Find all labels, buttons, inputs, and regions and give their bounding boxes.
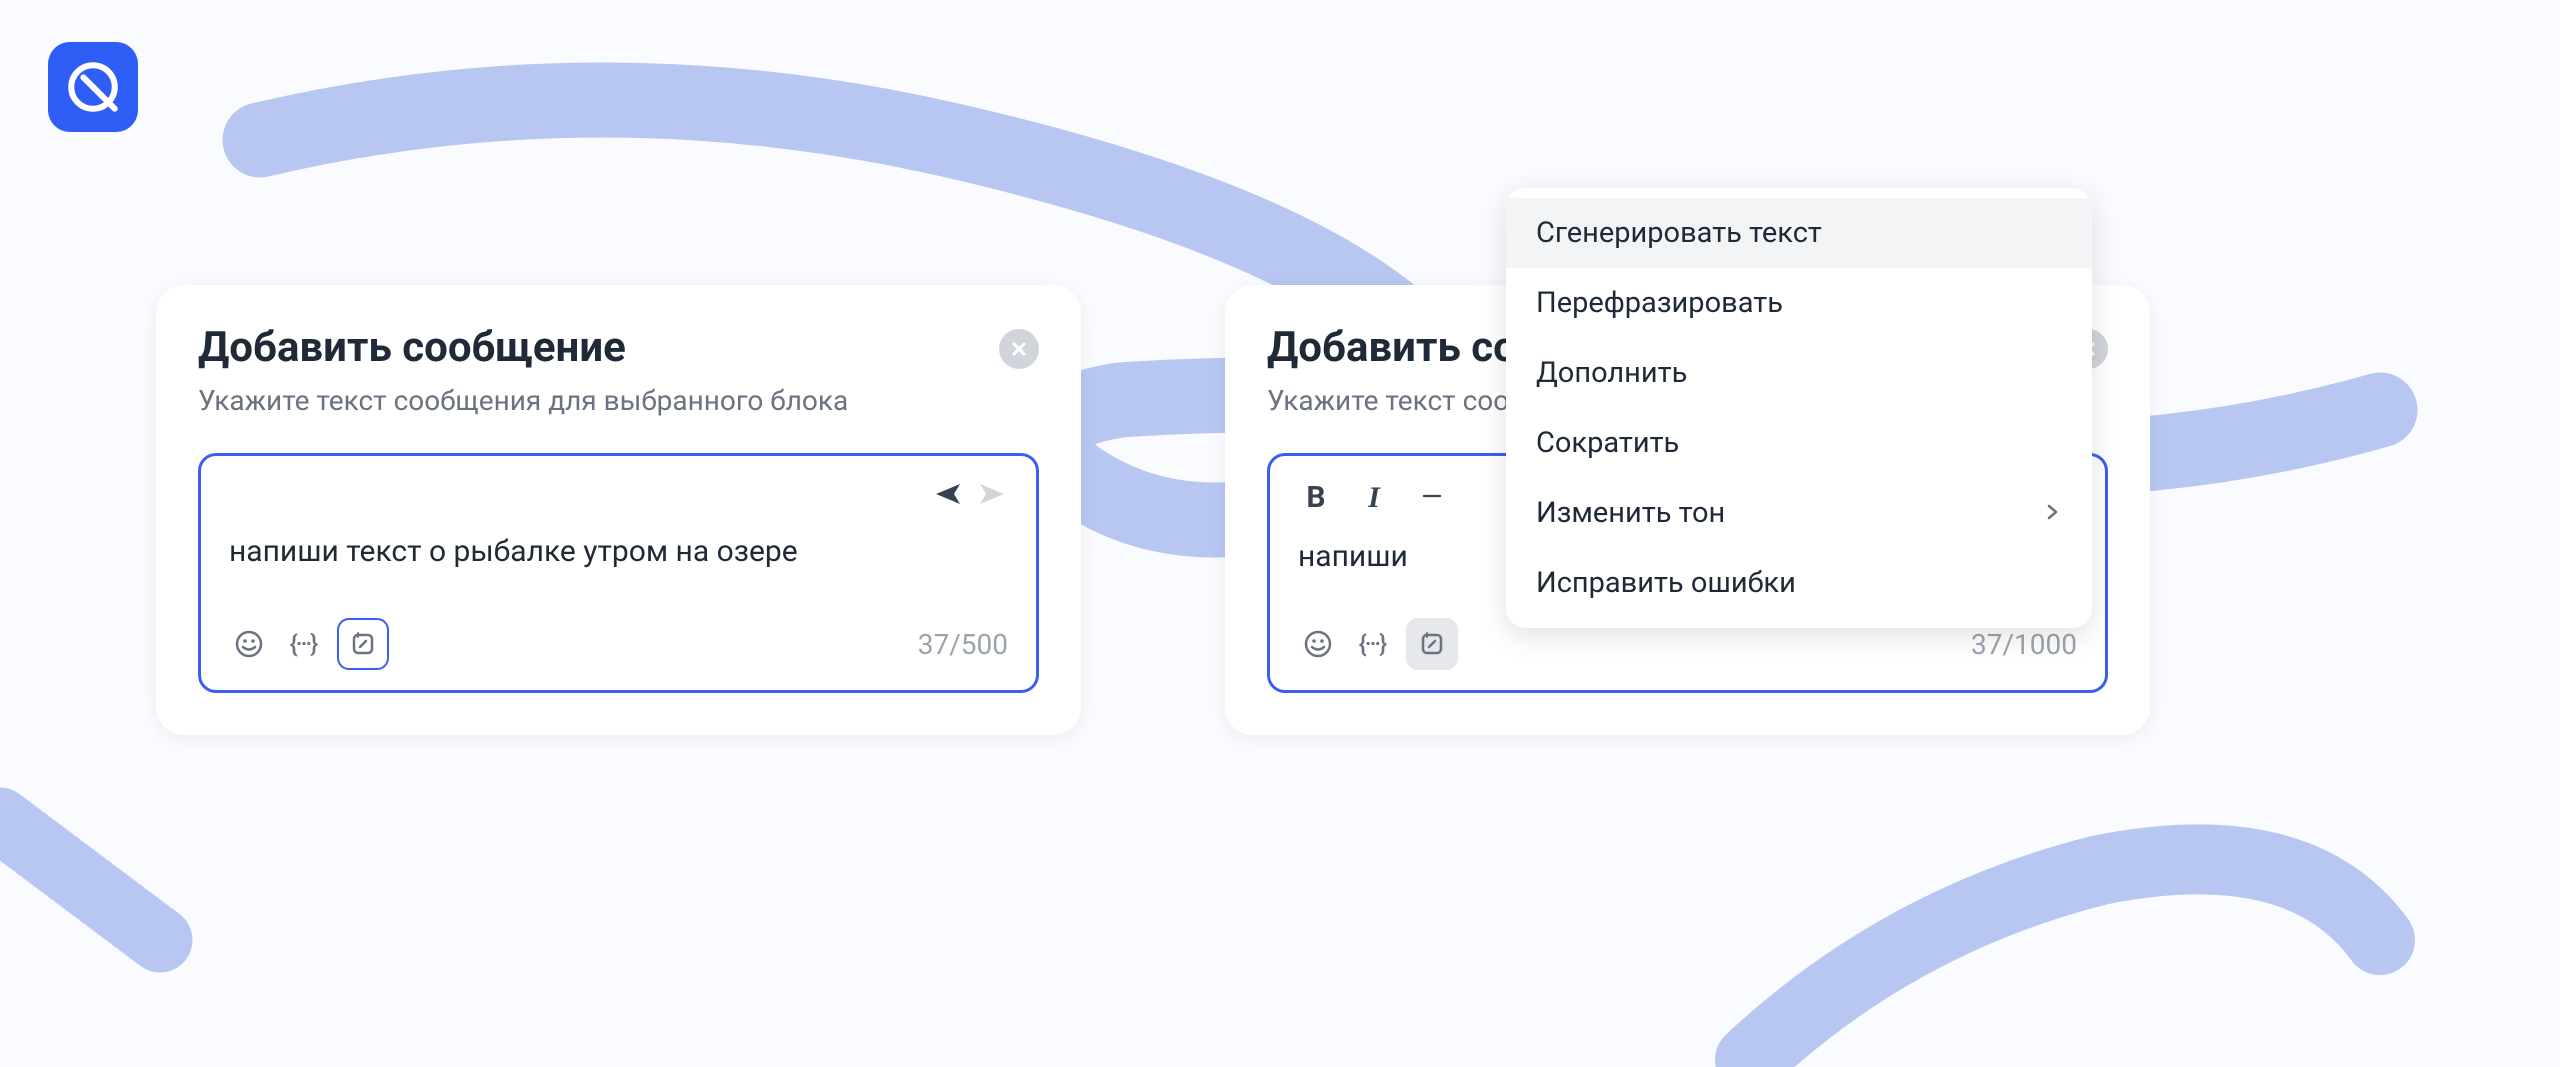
ai-magic-icon [1417,629,1447,659]
undo-icon [932,480,962,506]
close-button[interactable] [999,329,1039,369]
bold-button[interactable]: B [1298,480,1334,515]
emoji-button[interactable] [229,624,269,664]
card-title: Добавить сообщение [198,323,848,372]
dropdown-item-extend[interactable]: Дополнить [1506,338,2092,408]
ai-assist-button[interactable] [337,618,389,670]
italic-button[interactable]: I [1356,481,1392,515]
add-message-card-left: Добавить сообщение Укажите текст сообщен… [156,285,1081,735]
variable-icon: {···} [1359,630,1385,658]
dropdown-item-fix-errors[interactable]: Исправить ошибки [1506,548,2092,618]
ai-assist-button[interactable] [1406,618,1458,670]
character-count: 37/1000 [1971,628,2077,661]
emoji-icon [1303,629,1333,659]
strikethrough-icon [1421,485,1443,507]
dropdown-item-rephrase[interactable]: Перефразировать [1506,268,2092,338]
dropdown-item-change-tone[interactable]: Изменить тон [1506,478,2092,548]
chevron-right-icon [2042,496,2062,530]
emoji-button[interactable] [1298,624,1338,664]
variable-button[interactable]: {···} [1352,624,1392,664]
emoji-icon [234,629,264,659]
variable-icon: {···} [290,630,316,658]
dropdown-item-generate[interactable]: Сгенерировать текст [1506,198,2092,268]
message-editor[interactable]: напиши текст о рыбалке утром на озере {·… [198,453,1039,693]
format-more-button[interactable] [1414,480,1450,515]
dropdown-item-shorten[interactable]: Сократить [1506,408,2092,478]
ai-magic-icon [348,629,378,659]
undo-button[interactable] [932,480,962,510]
redo-icon [978,480,1008,506]
close-icon [1009,339,1029,359]
editor-text-content[interactable]: напиши текст о рыбалке утром на озере [229,524,1008,618]
redo-button[interactable] [978,480,1008,510]
app-logo [48,42,138,132]
variable-button[interactable]: {···} [283,624,323,664]
card-subtitle: Укажите текст сообщения для выбранного б… [198,384,848,417]
character-count: 37/500 [918,628,1008,661]
ai-actions-dropdown: Сгенерировать текст Перефразировать Допо… [1506,188,2092,628]
